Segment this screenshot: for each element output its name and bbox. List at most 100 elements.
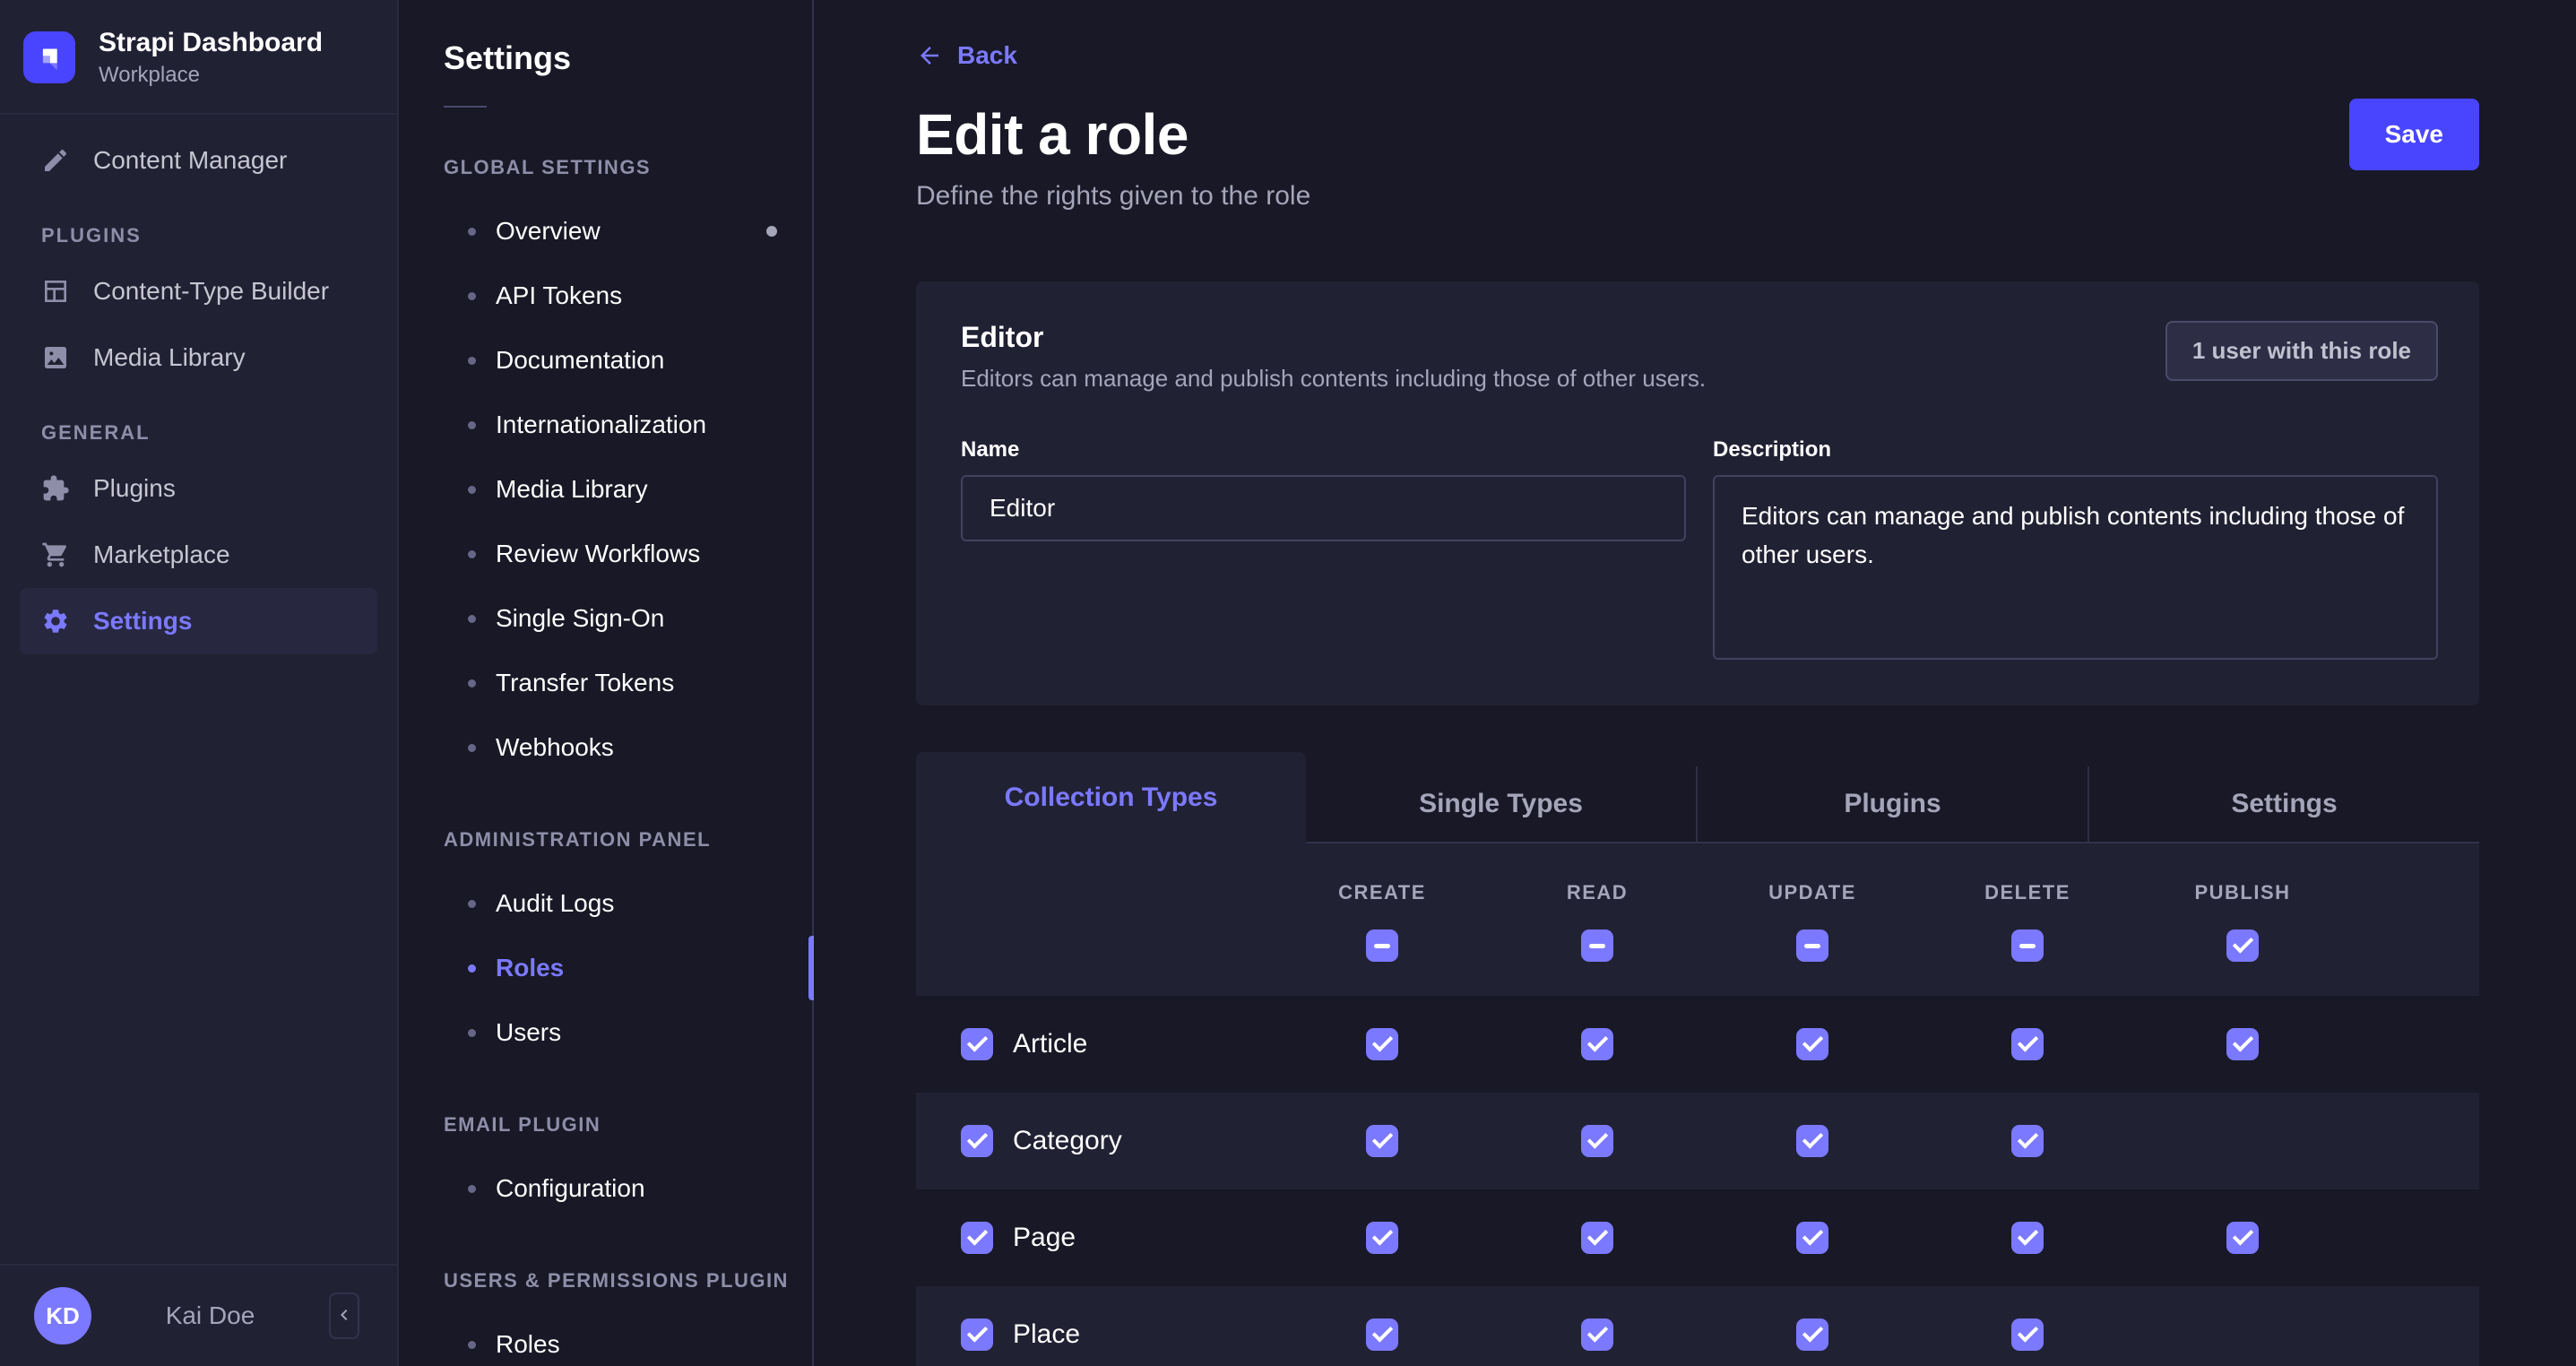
back-label: Back [957,41,1017,70]
tab-single-types[interactable]: Single Types [1306,766,1696,843]
column-header-read: READ [1567,881,1628,904]
row-checkbox-place[interactable] [961,1318,993,1351]
create-all-checkbox[interactable] [1366,929,1398,962]
subnav-item-overview[interactable]: Overview [399,199,812,264]
column-publish: PUBLISH [2135,881,2350,962]
workspace-subtitle: Workplace [99,63,323,88]
update-all-checkbox[interactable] [1796,929,1828,962]
page-delete-checkbox[interactable] [2011,1222,2044,1254]
bullet-icon [468,744,476,752]
place-read-checkbox[interactable] [1581,1318,1613,1351]
subnav-item-internationalization[interactable]: Internationalization [399,393,812,457]
sidebar-item-label: Settings [93,607,192,635]
subnav-list-global: Overview API Tokens Documentation Intern… [399,199,812,780]
role-card-titles: Editor Editors can manage and publish co… [961,321,1706,393]
bullet-icon [468,357,476,365]
row-checkbox-page[interactable] [961,1222,993,1254]
role-form-fields: Name Description Editors can manage and … [961,437,2438,664]
workspace-text: Strapi Dashboard Workplace [99,27,323,88]
notification-dot-icon [766,226,777,237]
article-read-checkbox[interactable] [1581,1028,1613,1060]
article-update-checkbox[interactable] [1796,1028,1828,1060]
sidebar-item-plugins[interactable]: Plugins [20,455,377,522]
category-delete-checkbox[interactable] [2011,1125,2044,1157]
bullet-icon [468,679,476,687]
user-profile: KD Kai Doe [0,1266,397,1366]
tab-settings[interactable]: Settings [2088,766,2479,843]
row-label-cell: Category [916,1125,1275,1157]
bullet-icon [468,1029,476,1037]
bullet-icon [468,550,476,558]
subnav-item-users[interactable]: Users [399,1000,812,1065]
subnav-item-roles[interactable]: Roles [399,936,812,1000]
bullet-icon [468,964,476,973]
back-link[interactable]: Back [916,41,1017,70]
sidebar-item-label: Media Library [93,343,246,372]
category-update-checkbox[interactable] [1796,1125,1828,1157]
row-checkbox-article[interactable] [961,1028,993,1060]
row-label: Place [1013,1319,1080,1350]
subnav-item-review-workflows[interactable]: Review Workflows [399,522,812,586]
sidebar-item-content-manager[interactable]: Content Manager [20,127,377,194]
publish-all-checkbox[interactable] [2226,929,2259,962]
category-read-checkbox[interactable] [1581,1125,1613,1157]
workspace-title: Strapi Dashboard [99,27,323,59]
subnav-item-media-library[interactable]: Media Library [399,457,812,522]
workspace-switcher[interactable]: Strapi Dashboard Workplace [0,0,397,113]
read-all-checkbox[interactable] [1581,929,1613,962]
name-input[interactable] [961,475,1686,541]
page-publish-checkbox[interactable] [2226,1222,2259,1254]
subnav-item-webhooks[interactable]: Webhooks [399,715,812,780]
place-create-checkbox[interactable] [1366,1318,1398,1351]
role-card-header: Editor Editors can manage and publish co… [961,321,2438,393]
permissions-panel: CREATE READ UPDATE DELETE PUBLISH [916,843,2479,1366]
place-delete-checkbox[interactable] [2011,1318,2044,1351]
main-sidebar: Strapi Dashboard Workplace Content Manag… [0,0,399,1366]
subnav-list-email: Configuration [399,1156,812,1221]
collapse-sidebar-button[interactable] [329,1293,359,1339]
tab-plugins[interactable]: Plugins [1696,766,2088,843]
bullet-icon [468,228,476,236]
subnav-item-single-sign-on[interactable]: Single Sign-On [399,586,812,651]
subnav-item-documentation[interactable]: Documentation [399,328,812,393]
tab-collection-types[interactable]: Collection Types [916,752,1306,843]
column-header-delete: DELETE [1984,881,2070,904]
header-spacer [2350,881,2479,962]
subnav-item-api-tokens[interactable]: API Tokens [399,264,812,328]
column-create: CREATE [1275,881,1490,962]
name-field-group: Name [961,437,1686,664]
bullet-icon [468,1341,476,1349]
subnav-item-configuration[interactable]: Configuration [399,1156,812,1221]
sidebar-item-label: Content Manager [93,146,287,175]
sidebar-item-media-library[interactable]: Media Library [20,324,377,391]
bullet-icon [468,421,476,429]
active-indicator-bar [808,936,814,1000]
page-update-checkbox[interactable] [1796,1222,1828,1254]
sidebar-item-settings[interactable]: Settings [20,588,377,654]
row-label-cell: Page [916,1222,1275,1254]
delete-all-checkbox[interactable] [2011,929,2044,962]
subnav-item-audit-logs[interactable]: Audit Logs [399,871,812,936]
page-create-checkbox[interactable] [1366,1222,1398,1254]
article-create-checkbox[interactable] [1366,1028,1398,1060]
save-button[interactable]: Save [2349,99,2479,170]
sidebar-item-label: Plugins [93,474,176,503]
page-title: Edit a role [916,101,1189,168]
page-read-checkbox[interactable] [1581,1222,1613,1254]
users-with-role-button[interactable]: 1 user with this role [2165,321,2438,381]
article-publish-checkbox[interactable] [2226,1028,2259,1060]
place-update-checkbox[interactable] [1796,1318,1828,1351]
row-checkbox-category[interactable] [961,1125,993,1157]
strapi-logo-icon [23,31,75,83]
article-delete-checkbox[interactable] [2011,1028,2044,1060]
description-textarea[interactable]: Editors can manage and publish contents … [1713,475,2438,660]
sidebar-item-content-type-builder[interactable]: Content-Type Builder [20,258,377,324]
column-read: READ [1490,881,1705,962]
subnav-item-transfer-tokens[interactable]: Transfer Tokens [399,651,812,715]
row-label-cell: Article [916,1028,1275,1060]
avatar[interactable]: KD [34,1287,91,1344]
subnav-item-up-roles[interactable]: Roles [399,1312,812,1366]
role-name-heading: Editor [961,321,1706,354]
sidebar-item-marketplace[interactable]: Marketplace [20,522,377,588]
category-create-checkbox[interactable] [1366,1125,1398,1157]
